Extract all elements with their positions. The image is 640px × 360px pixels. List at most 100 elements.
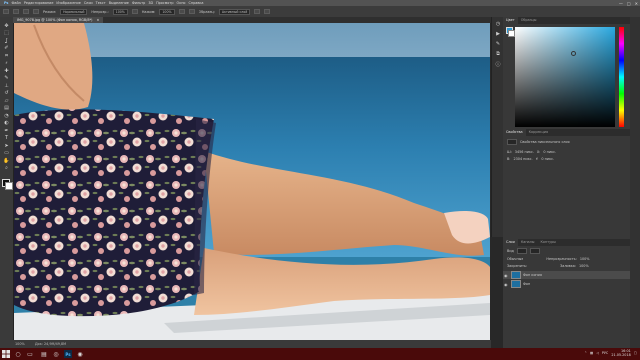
marquee-icon[interactable]: ⬚ (3, 30, 10, 36)
zoom-icon[interactable]: ⌕ (3, 165, 10, 171)
notifications-icon[interactable]: ▢ (634, 351, 637, 355)
shape-icon[interactable]: ▭ (3, 150, 10, 156)
history-brush-icon[interactable]: ↺ (3, 90, 10, 96)
tab-properties[interactable]: Свойства (503, 129, 526, 136)
close-button[interactable]: ✕ (635, 1, 638, 6)
background-color-swatch[interactable] (508, 30, 515, 37)
photoshop-taskbar-icon[interactable]: Ps (64, 350, 72, 358)
volume-icon[interactable]: ◁ (596, 351, 599, 355)
eraser-icon[interactable]: ▱ (3, 98, 10, 104)
quick-select-icon[interactable]: ✐ (3, 45, 10, 51)
document-canvas[interactable] (14, 23, 490, 340)
menu-file[interactable]: Файл (11, 1, 20, 5)
network-icon[interactable]: ▦ (590, 351, 593, 355)
browser-icon[interactable]: ◎ (52, 350, 60, 358)
menu-window[interactable]: Окно (177, 1, 186, 5)
y-label: Y: (535, 156, 539, 161)
brush-settings-icon[interactable]: ✎ (495, 41, 501, 47)
tab-adjustments[interactable]: Коррекция (526, 129, 551, 136)
tab-paths[interactable]: Контуры (537, 239, 559, 246)
layer-blend-mode[interactable]: Обычные (507, 257, 523, 261)
color-picker-cursor[interactable] (571, 51, 576, 56)
filter-pixel-icon[interactable] (516, 247, 527, 254)
width-value[interactable]: 3456 пикс. (515, 150, 534, 154)
layer-opacity-value[interactable]: 100% (580, 257, 590, 261)
x-value[interactable]: 0 пикс. (543, 150, 556, 154)
menu-help[interactable]: Справка (189, 1, 204, 5)
fill-value[interactable]: 100% (579, 264, 589, 268)
background-color-tool-swatch[interactable] (5, 182, 13, 190)
pen-icon[interactable]: ✒ (3, 128, 10, 134)
pressure-opacity-icon[interactable] (131, 9, 138, 14)
tab-channels[interactable]: Каналы (518, 239, 538, 246)
lasso-icon[interactable]: ʆ (3, 38, 10, 44)
media-icon[interactable]: ◉ (76, 350, 84, 358)
home-icon[interactable] (3, 9, 9, 14)
layer-kind-filter[interactable]: Вид (507, 249, 514, 253)
layer-row[interactable]: ◉ Фон копия (503, 271, 630, 279)
zoom-level[interactable]: 100% (15, 342, 25, 346)
move-icon[interactable]: ✥ (3, 23, 10, 29)
menu-view[interactable]: Просмотр (156, 1, 173, 5)
actions-icon[interactable]: ▶ (495, 31, 501, 37)
blur-icon[interactable]: ◔ (3, 113, 10, 119)
dodge-icon[interactable]: ◐ (3, 120, 10, 126)
history-icon[interactable]: ◷ (495, 21, 501, 27)
pressure-size-icon[interactable] (264, 9, 271, 14)
visibility-eye-icon[interactable]: ◉ (504, 273, 508, 278)
source-icon[interactable] (33, 9, 39, 14)
brush-icon[interactable]: ✎ (3, 75, 10, 81)
y-value[interactable]: 0 пикс. (541, 157, 554, 161)
eyedropper-icon[interactable]: ⸗ (3, 60, 10, 66)
crop-icon[interactable]: ⌗ (3, 53, 10, 59)
task-view-icon[interactable]: ▭ (26, 350, 34, 358)
width-label: Ш: (507, 149, 512, 154)
type-icon[interactable]: T (3, 135, 10, 141)
color-picker-field[interactable] (515, 27, 615, 127)
menu-3d[interactable]: 3D (148, 1, 153, 5)
search-icon[interactable]: ○ (14, 350, 22, 358)
tool-preset-icon[interactable] (13, 9, 19, 14)
tab-swatches[interactable]: Образцы (518, 17, 540, 24)
clock[interactable]: 16:01 21.05.2018 (611, 349, 630, 357)
explorer-icon[interactable]: ▤ (40, 350, 48, 358)
airbrush-icon[interactable] (178, 9, 185, 14)
tray-arrow-icon[interactable]: ⌃ (584, 351, 587, 355)
menu-filter[interactable]: Фильтр (132, 1, 145, 5)
menu-edit[interactable]: Редактирование (24, 1, 54, 5)
maximize-button[interactable]: □ (627, 1, 631, 6)
menu-type[interactable]: Текст (96, 1, 106, 5)
flow-field[interactable]: 100% (159, 8, 175, 15)
filter-adjust-icon[interactable] (529, 247, 540, 254)
sample-select[interactable]: Активный слой (218, 8, 251, 15)
menu-layers[interactable]: Слои (84, 1, 93, 5)
app-logo[interactable]: Ps (4, 1, 8, 5)
visibility-eye-icon[interactable]: ◉ (504, 282, 508, 287)
right-scroll-strip[interactable] (630, 17, 640, 348)
path-select-icon[interactable]: ➤ (3, 143, 10, 149)
language-indicator[interactable]: РУС (602, 351, 608, 355)
blend-mode-select[interactable]: Нормальный (60, 8, 88, 15)
pixel-layer-icon (507, 138, 517, 145)
tab-layers[interactable]: Слои (503, 239, 518, 246)
layer-row[interactable]: ◉ Фон (503, 280, 630, 288)
clone-source-icon[interactable]: ⧉ (495, 51, 501, 57)
info-icon[interactable]: ⓘ (495, 61, 501, 68)
menu-image[interactable]: Изображение (56, 1, 80, 5)
layer-name[interactable]: Фон (523, 282, 530, 286)
windows-start-icon[interactable] (2, 350, 10, 358)
tab-color[interactable]: Цвет (503, 17, 518, 24)
aligned-icon[interactable] (188, 9, 195, 14)
healing-icon[interactable]: ✚ (3, 68, 10, 74)
stamp-icon[interactable]: ⊥ (3, 83, 10, 89)
menu-select[interactable]: Выделение (109, 1, 129, 5)
ignore-adjust-icon[interactable] (254, 9, 261, 14)
layer-name[interactable]: Фон копия (523, 273, 542, 277)
gradient-icon[interactable]: ▤ (3, 105, 10, 111)
brush-size-icon[interactable] (23, 9, 29, 14)
opacity-field[interactable]: 100% (112, 8, 128, 15)
hue-slider[interactable] (619, 27, 624, 127)
hand-icon[interactable]: ✋ (3, 158, 10, 164)
minimize-button[interactable]: — (619, 1, 623, 6)
height-value[interactable]: 2304 пикс. (513, 157, 532, 161)
